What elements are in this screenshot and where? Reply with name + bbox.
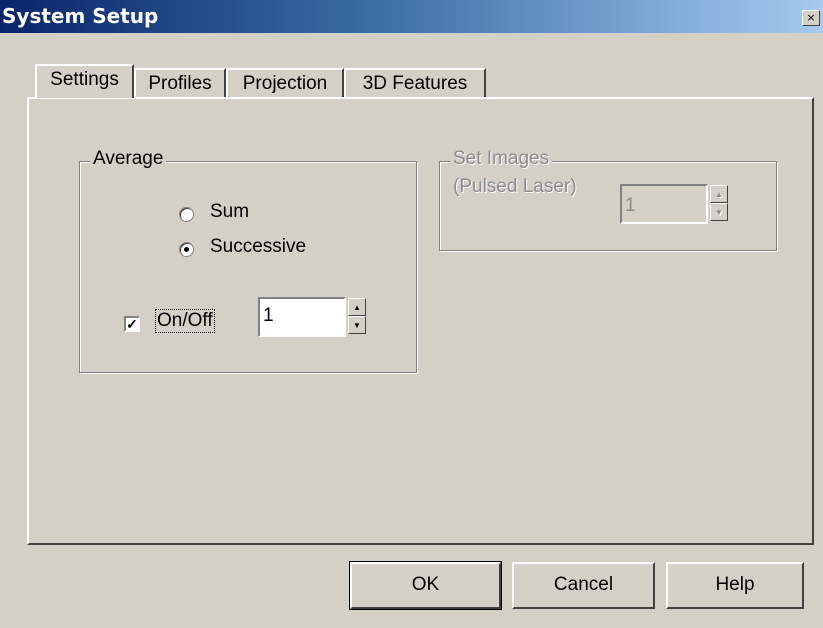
tab-3d-features[interactable]: 3D Features [344, 68, 486, 98]
average-count-spinner: ▲ ▼ [348, 298, 366, 334]
title-bar: System Setup × [0, 0, 823, 33]
chevron-down-icon: ▼ [715, 208, 723, 217]
average-groupbox: Average Sum Successive ✓ On/Off 1 ▲ ▼ [79, 148, 417, 373]
sum-radio[interactable] [179, 207, 194, 222]
successive-label[interactable]: Successive [210, 236, 306, 258]
spin-down-button[interactable]: ▼ [710, 203, 728, 221]
chevron-up-icon: ▲ [353, 303, 361, 312]
spin-up-button[interactable]: ▲ [710, 185, 728, 203]
close-icon: × [806, 11, 816, 24]
close-button[interactable]: × [802, 10, 820, 26]
set-images-spinner: ▲ ▼ [710, 185, 728, 221]
successive-radio[interactable] [179, 242, 194, 257]
tab-label: 3D Features [362, 73, 468, 94]
pulsed-laser-label: (Pulsed Laser) [453, 176, 577, 197]
tab-settings[interactable]: Settings [35, 64, 134, 98]
set-images-legend: Set Images [450, 148, 553, 170]
sum-label[interactable]: Sum [210, 201, 249, 223]
tab-label: Profiles [148, 73, 212, 94]
spin-up-button[interactable]: ▲ [348, 298, 366, 316]
set-images-input[interactable]: 1 [620, 184, 708, 224]
radio-selected-dot [184, 247, 189, 252]
ok-button[interactable]: OK [349, 561, 502, 610]
onoff-label[interactable]: On/Off [155, 309, 215, 333]
average-legend: Average [90, 148, 167, 170]
spin-down-button[interactable]: ▼ [348, 316, 366, 334]
chevron-up-icon: ▲ [715, 190, 723, 199]
tab-panel: Average Sum Successive ✓ On/Off 1 ▲ ▼ Se… [27, 97, 814, 545]
tab-label: Projection [242, 73, 328, 94]
onoff-checkbox[interactable]: ✓ [124, 316, 140, 332]
check-icon: ✓ [126, 316, 138, 332]
tab-label: Settings [50, 69, 119, 90]
average-count-input[interactable]: 1 [258, 297, 346, 337]
set-images-groupbox: Set Images (Pulsed Laser) 1 ▲ ▼ [439, 148, 777, 251]
chevron-down-icon: ▼ [353, 321, 361, 330]
window-title: System Setup [2, 4, 159, 28]
tab-profiles[interactable]: Profiles [134, 68, 226, 98]
tab-projection[interactable]: Projection [226, 68, 344, 98]
cancel-button[interactable]: Cancel [512, 562, 655, 609]
help-button[interactable]: Help [666, 562, 804, 609]
